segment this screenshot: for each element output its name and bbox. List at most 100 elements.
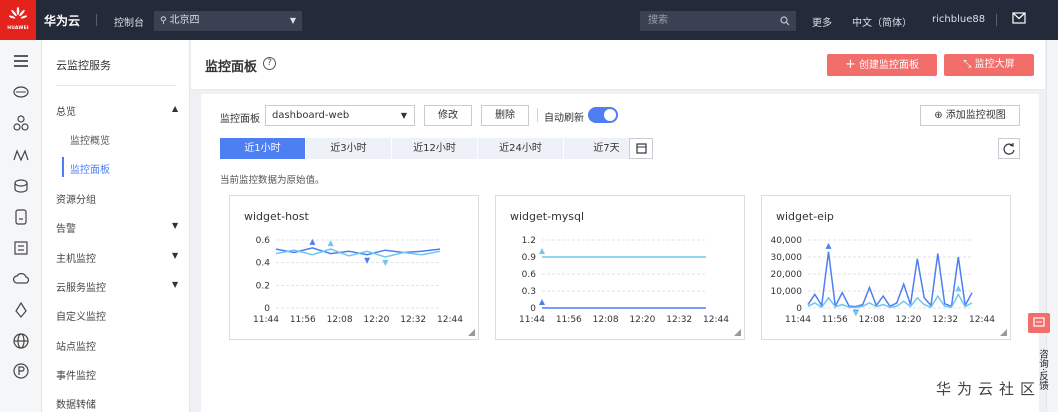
panel-label: 监控面板	[220, 114, 260, 125]
feedback-tab[interactable]: 咨询·反馈	[1030, 338, 1048, 402]
user-menu[interactable]: richblue88	[932, 14, 985, 25]
tab-12h[interactable]: 近12小时	[392, 138, 478, 159]
chevron-down-icon[interactable]: ▼	[172, 280, 178, 289]
y-tick-label: 0.2	[256, 281, 270, 291]
chevron-down-icon[interactable]: ▼	[172, 221, 178, 230]
widget-title: widget-eip	[776, 210, 834, 223]
sidebar-item-host-monitoring[interactable]: 主机监控	[56, 250, 96, 265]
y-tick-label: 30,000	[771, 253, 803, 263]
y-tick-label: 0	[796, 304, 802, 314]
x-tick-label: 12:44	[703, 315, 729, 325]
max-marker	[539, 299, 545, 305]
widget-title: widget-host	[244, 210, 309, 223]
document-icon[interactable]	[12, 239, 30, 257]
fullscreen-icon: ⤡	[963, 59, 975, 70]
help-icon[interactable]: ?	[263, 57, 276, 70]
top-bar: HUAWEI 华为云 控制台 ⚲ 北京四 ▼ 搜索 更多 中文（简体） rich…	[0, 0, 1058, 40]
max-marker	[327, 240, 334, 247]
sidebar-item-overview[interactable]: 总览	[56, 103, 76, 118]
chevron-down-icon: ▼	[289, 16, 296, 25]
console-link[interactable]: 控制台	[114, 14, 144, 29]
sidebar-item-event-monitoring[interactable]: 事件监控	[56, 367, 96, 382]
delete-button[interactable]: 删除	[481, 105, 529, 126]
calendar-button[interactable]	[629, 138, 653, 159]
create-dashboard-label: 创建监控面板	[859, 60, 920, 71]
y-tick-label: 40,000	[771, 236, 803, 246]
x-tick-label: 12:32	[932, 315, 958, 325]
max-marker	[825, 242, 832, 249]
add-view-button[interactable]: ⊕ 添加监控视图	[920, 105, 1020, 126]
huawei-logo[interactable]: HUAWEI	[0, 0, 36, 40]
x-tick-label: 12:20	[363, 315, 389, 325]
chat-icon	[1033, 317, 1045, 327]
region-selector[interactable]: ⚲ 北京四 ▼	[154, 11, 302, 31]
divider	[537, 108, 538, 122]
edit-button[interactable]: 修改	[424, 105, 472, 126]
y-tick-label: 0.3	[522, 287, 536, 297]
x-tick-label: 11:56	[822, 315, 848, 325]
search-input[interactable]: 搜索	[640, 11, 796, 31]
chevron-up-icon[interactable]: ▲	[172, 104, 178, 113]
widget-card[interactable]: widget-host 0.6 0.4 0.2 0 11:44 11:56 12:08 12:…	[229, 195, 479, 340]
sidebar-item-resource-groups[interactable]: 资源分组	[56, 191, 96, 206]
network-icon[interactable]	[12, 114, 30, 132]
sidebar-item-cloud-service-monitoring[interactable]: 云服务监控	[56, 279, 106, 294]
tab-3h[interactable]: 近3小时	[306, 138, 392, 159]
series-line	[807, 251, 973, 309]
tab-24h[interactable]: 近24小时	[478, 138, 564, 159]
y-tick-label: 0.6	[256, 236, 271, 246]
sidebar-item-dashboard[interactable]: 监控面板	[70, 161, 110, 176]
auto-refresh-toggle[interactable]	[588, 107, 618, 123]
icon-rail	[0, 40, 42, 412]
sidebar-item-site-monitoring[interactable]: 站点监控	[56, 338, 96, 353]
traffic-icon[interactable]	[12, 146, 30, 164]
active-indicator	[62, 157, 64, 177]
globe-icon[interactable]	[12, 332, 30, 350]
x-tick-label: 11:56	[556, 315, 582, 325]
create-dashboard-button[interactable]: + 创建监控面板	[827, 54, 937, 76]
sidebar-item-alarms[interactable]: 告警	[56, 220, 76, 235]
cloud-icon[interactable]	[12, 270, 30, 288]
cloud-server-icon[interactable]	[12, 83, 30, 101]
resize-handle[interactable]	[1000, 329, 1007, 336]
y-tick-label: 20,000	[771, 270, 803, 280]
sidebar-title: 云监控服务	[56, 59, 111, 72]
divider	[56, 85, 176, 86]
brand-name[interactable]: 华为云	[44, 12, 80, 29]
auto-refresh-label: 自动刷新	[544, 113, 584, 124]
divider	[996, 14, 997, 26]
widget-card[interactable]: widget-mysql 1.2 0.9 0.6 0.3 0 11:44 11:56 12:0…	[495, 195, 745, 340]
tab-1h[interactable]: 近1小时	[220, 138, 306, 159]
y-tick-label: 0	[530, 304, 536, 314]
y-tick-label: 0.6	[522, 270, 537, 280]
resize-handle[interactable]	[468, 329, 475, 336]
mail-icon[interactable]	[1012, 12, 1026, 24]
min-marker	[364, 257, 371, 264]
widget-chart: 0.6 0.4 0.2 011:44 11:56 12:08 12:20 12:32 12:44	[253, 236, 463, 325]
sidebar-item-custom-monitoring[interactable]: 自定义监控	[56, 308, 106, 323]
widget-card[interactable]: widget-eip 40,000 30,000 20,000 10,000 0 11:4…	[761, 195, 1011, 340]
calendar-icon	[636, 143, 647, 154]
refresh-button[interactable]	[998, 138, 1020, 159]
resize-handle[interactable]	[734, 329, 741, 336]
database-icon[interactable]	[12, 177, 30, 195]
x-tick-label: 12:08	[593, 315, 619, 325]
x-tick-label: 12:44	[437, 315, 463, 325]
dashboard-select[interactable]: dashboard-web ▼	[265, 105, 415, 126]
chat-button[interactable]	[1028, 313, 1050, 333]
menu-icon[interactable]	[12, 52, 30, 70]
language-selector[interactable]: 中文（简体）	[852, 14, 912, 29]
storage-icon[interactable]	[12, 208, 30, 226]
parking-icon[interactable]	[12, 362, 30, 380]
add-circle-icon: ⊕	[934, 110, 946, 121]
sidebar-item-monitor-overview[interactable]: 监控概览	[70, 132, 110, 147]
x-tick-label: 11:44	[519, 315, 545, 325]
monitor-screen-button[interactable]: ⤡ 监控大屏	[944, 54, 1034, 76]
widget-chart: 1.2 0.9 0.6 0.3 011:44 11:56 12:08 12:20 12:32 12…	[519, 236, 729, 325]
search-icon[interactable]	[780, 16, 790, 26]
more-menu[interactable]: 更多	[812, 14, 832, 29]
chevron-down-icon[interactable]: ▼	[172, 251, 178, 260]
pin-icon[interactable]	[12, 301, 30, 319]
search-placeholder: 搜索	[648, 15, 668, 26]
sidebar-item-data-dump[interactable]: 数据转储	[56, 396, 96, 411]
